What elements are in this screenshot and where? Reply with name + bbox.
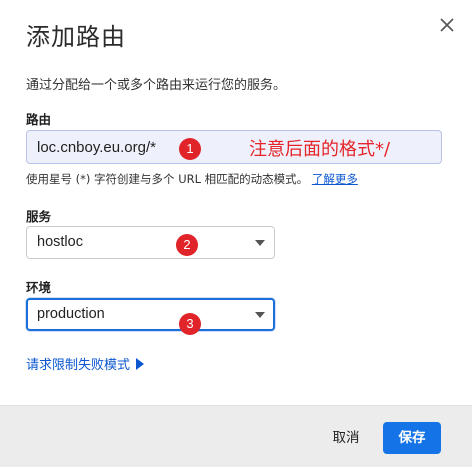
environment-select[interactable]: production [26,298,275,331]
environment-selected-value: production [37,306,105,322]
environment-label: 环境 [26,280,52,295]
dialog-description: 通过分配给一个或多个路由来运行您的服务。 [26,78,287,93]
chevron-down-icon [255,312,265,318]
close-icon[interactable] [436,14,458,36]
learn-more-link[interactable]: 了解更多 [312,172,358,186]
annotation-badge-1: 1 [179,138,201,160]
annotation-badge-2: 2 [176,234,198,256]
route-value: loc.cnboy.eu.org/* [37,139,156,156]
add-route-dialog: 添加路由 通过分配给一个或多个路由来运行您的服务。 路由 loc.cnboy.e… [0,0,472,467]
chevron-down-icon [255,240,265,246]
save-button[interactable]: 保存 [383,422,441,454]
request-limit-fail-mode-label: 请求限制失败模式 [26,358,131,373]
route-hint-text: 使用星号 (*) 字符创建与多个 URL 相匹配的动态模式。 [26,172,309,186]
request-limit-fail-mode-link[interactable]: 请求限制失败模式 [26,354,145,373]
route-format-annotation: 注意后面的格式*/ [249,139,391,160]
route-label: 路由 [26,112,52,127]
dialog-title: 添加路由 [26,23,126,51]
service-label: 服务 [26,209,52,224]
route-input[interactable]: loc.cnboy.eu.org/* 注意后面的格式*/ [26,130,442,164]
annotation-badge-3: 3 [179,313,201,335]
dialog-footer: 取消 保存 [0,405,472,467]
route-hint: 使用星号 (*) 字符创建与多个 URL 相匹配的动态模式。 了解更多 [26,171,358,187]
service-selected-value: hostloc [37,234,83,250]
service-select[interactable]: hostloc [26,226,275,259]
cancel-button[interactable]: 取消 [320,424,372,452]
chevron-right-icon [136,358,145,370]
